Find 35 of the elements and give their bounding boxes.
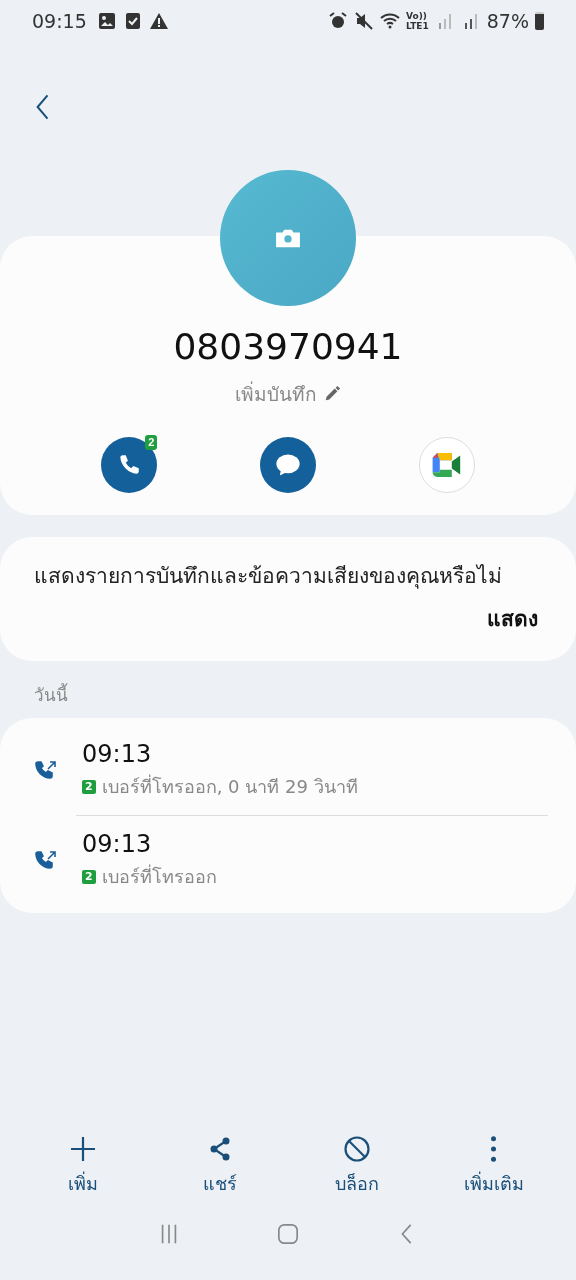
pencil-icon <box>323 385 341 403</box>
sim-badge: 2 <box>82 779 96 794</box>
call-log-item[interactable]: 09:13 2 เบอร์ที่โทรออก, 0 นาที 29 วินาที <box>34 726 548 815</box>
phone-number: 0803970941 <box>172 326 404 367</box>
call-log-item[interactable]: 09:13 2 เบอร์ที่โทรออก <box>76 815 548 905</box>
message-button[interactable] <box>260 437 316 493</box>
call-time: 09:13 <box>82 830 153 858</box>
call-time: 09:13 <box>82 740 153 768</box>
plus-icon <box>68 1135 97 1163</box>
sim-badge: 2 <box>82 869 96 884</box>
battery-icon <box>535 12 544 30</box>
network-label: LTE1 <box>405 21 429 31</box>
voicemail-prompt: แสดงรายการบันทึกและข้อความเสียงของคุณหรือไม่ <box>34 563 503 591</box>
mute-icon <box>353 11 374 31</box>
camera-icon <box>274 227 302 249</box>
home-icon[interactable] <box>277 1222 299 1246</box>
warning-icon <box>148 11 169 31</box>
alarm-icon <box>327 11 348 31</box>
block-icon <box>342 1135 371 1163</box>
more-button[interactable]: เพิ่มเติม <box>438 1135 549 1198</box>
battery-percent: 87% <box>486 10 529 32</box>
wifi-icon <box>379 11 400 31</box>
volte-label: Vo)) <box>405 11 428 21</box>
add-button[interactable]: เพิ่ม <box>27 1135 138 1198</box>
block-button[interactable]: บล็อก <box>301 1135 412 1198</box>
status-time: 09:15 <box>32 10 87 32</box>
share-button[interactable]: แชร์ <box>164 1135 275 1198</box>
call-detail: เบอร์ที่โทรออก <box>101 863 217 889</box>
sim-badge: 2 <box>145 435 158 450</box>
more-icon <box>491 1135 496 1163</box>
add-note-link[interactable]: เพิ่มบันทึก <box>235 379 341 409</box>
call-detail: เบอร์ที่โทรออก, 0 นาที 29 วินาที <box>101 773 358 799</box>
section-title: วันนี้ <box>33 682 69 707</box>
show-button[interactable]: แสดง <box>487 596 538 641</box>
image-icon <box>96 11 117 31</box>
